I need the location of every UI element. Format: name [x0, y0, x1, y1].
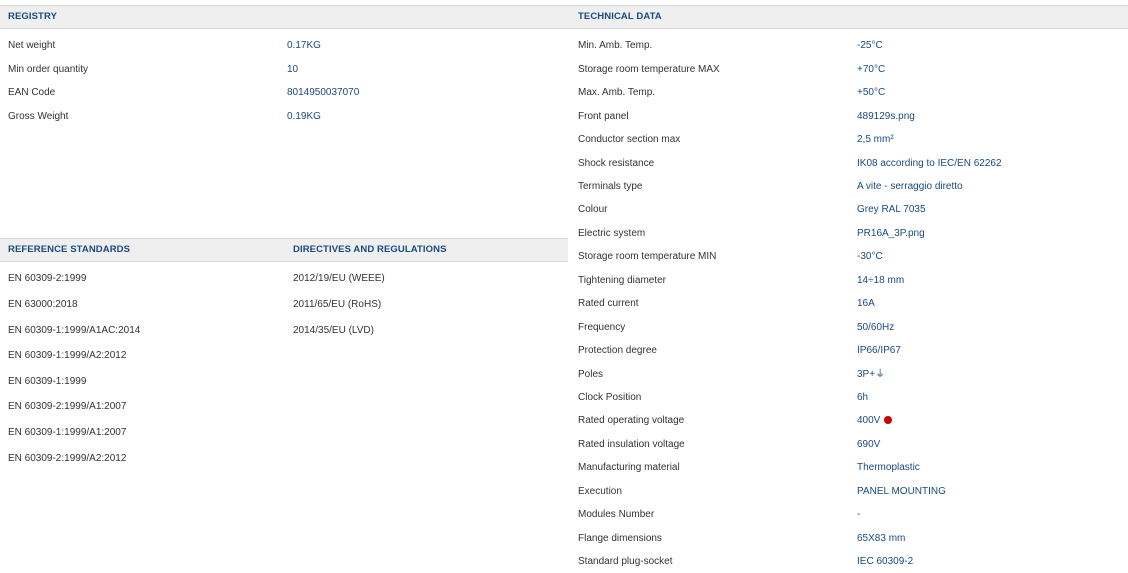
tech-label: Storage room temperature MIN — [578, 251, 717, 262]
tech-value: PR16A_3P.png — [857, 228, 925, 239]
tech-value: +70°C — [857, 64, 886, 75]
tech-label: Protection degree — [578, 345, 657, 356]
tech-value: A vite - serraggio diretto — [857, 181, 963, 192]
registry-label: Gross Weight — [8, 111, 69, 122]
tech-label: Rated current — [578, 298, 639, 309]
tech-value: - — [857, 509, 861, 520]
tech-value: IK08 according to IEC/EN 62262 — [857, 158, 1002, 169]
tech-value: 3P+⏚ — [857, 369, 886, 380]
tech-value: 2,5 mm² — [857, 134, 894, 145]
tech-value: 690V — [857, 439, 881, 450]
registry-title: REGISTRY — [8, 11, 58, 22]
standard-item: EN 60309-1:1999 — [8, 376, 87, 387]
tech-label: Conductor section max — [578, 134, 681, 145]
directive-item: 2014/35/EU (LVD) — [293, 325, 374, 336]
tech-value: 16A — [857, 298, 875, 309]
tech-value: -30°C — [857, 251, 883, 262]
technical-data-title: TECHNICAL DATA — [578, 11, 662, 22]
standards-header: REFERENCE STANDARDS DIRECTIVES AND REGUL… — [0, 238, 568, 262]
standard-item: EN 60309-2:1999/A1:2007 — [8, 401, 127, 412]
standard-item: EN 60309-1:1999/A1:2007 — [8, 427, 127, 438]
tech-value: -25°C — [857, 40, 883, 51]
standard-item: EN 63000:2018 — [8, 299, 78, 310]
registry-header: REGISTRY — [0, 5, 568, 29]
standard-item: EN 60309-2:1999/A2:2012 — [8, 453, 127, 464]
tech-value-wrap: 400V — [857, 414, 893, 428]
tech-label: Clock Position — [578, 392, 642, 403]
tech-value: 65X83 mm — [857, 533, 906, 544]
tech-value: 489129s.png — [857, 111, 915, 122]
tech-label: Manufacturing material — [578, 462, 680, 473]
tech-value: PANEL MOUNTING — [857, 486, 946, 497]
tech-label: Terminals type — [578, 181, 643, 192]
tech-label: Min. Amb. Temp. — [578, 40, 653, 51]
registry-label: EAN Code — [8, 87, 56, 98]
directives-title: DIRECTIVES AND REGULATIONS — [293, 244, 447, 255]
tech-label: Front panel — [578, 111, 629, 122]
tech-label: Frequency — [578, 322, 626, 333]
directive-item: 2011/65/EU (RoHS) — [293, 299, 382, 310]
technical-data-header: TECHNICAL DATA — [568, 5, 1128, 29]
tech-label: Flange dimensions — [578, 533, 662, 544]
registry-value: 10 — [287, 64, 299, 75]
registry-value: 0.17KG — [287, 40, 321, 51]
registry-label: Net weight — [8, 40, 56, 51]
tech-label: Standard plug-socket — [578, 556, 673, 567]
tech-value: Thermoplastic — [857, 462, 920, 473]
tech-label: Tightening diameter — [578, 275, 667, 286]
tech-value: 400V — [857, 415, 881, 426]
tech-label: Rated operating voltage — [578, 415, 685, 426]
voltage-color-dot-icon — [884, 416, 893, 424]
tech-label: Shock resistance — [578, 158, 655, 169]
tech-label: Max. Amb. Temp. — [578, 87, 656, 98]
standard-item: EN 60309-1:1999/A2:2012 — [8, 350, 127, 361]
registry-label: Min order quantity — [8, 64, 89, 75]
standard-item: EN 60309-1:1999/A1AC:2014 — [8, 325, 141, 336]
tech-value: 6h — [857, 392, 869, 403]
tech-value: +50°C — [857, 87, 886, 98]
standard-item: EN 60309-2:1999 — [8, 273, 87, 284]
tech-value: IP66/IP67 — [857, 345, 901, 356]
tech-value: IEC 60309-2 — [857, 556, 914, 567]
tech-label: Colour — [578, 204, 608, 215]
tech-label: Storage room temperature MAX — [578, 64, 720, 75]
tech-label: Electric system — [578, 228, 646, 239]
registry-value: 0.19KG — [287, 111, 321, 122]
directive-item: 2012/19/EU (WEEE) — [293, 273, 385, 284]
tech-label: Poles — [578, 369, 604, 380]
tech-value: 14÷18 mm — [857, 275, 905, 286]
reference-standards-title: REFERENCE STANDARDS — [8, 244, 131, 255]
tech-label: Rated insulation voltage — [578, 439, 685, 450]
tech-value: 50/60Hz — [857, 322, 895, 333]
registry-value: 8014950037070 — [287, 87, 360, 98]
tech-label: Execution — [578, 486, 622, 497]
tech-value: Grey RAL 7035 — [857, 204, 926, 215]
tech-label: Modules Number — [578, 509, 655, 520]
